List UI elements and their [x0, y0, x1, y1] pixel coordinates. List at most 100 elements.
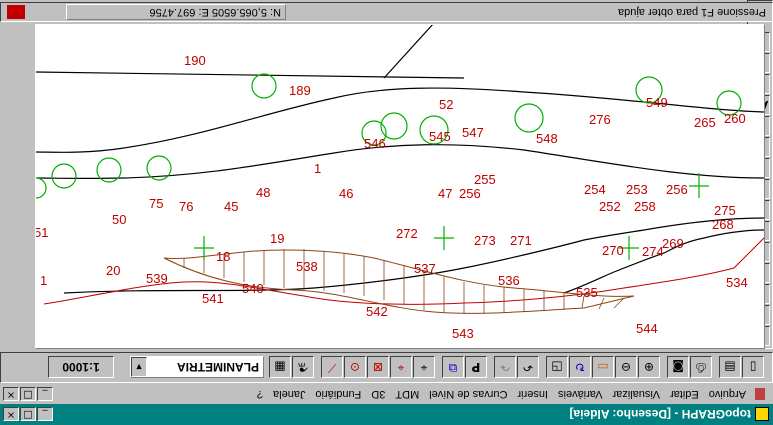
label-534: 534 [726, 275, 748, 290]
label-537: 537 [414, 261, 436, 276]
document-controls: _ □ × [3, 387, 53, 402]
label-275: 275 [714, 203, 736, 218]
redraw-icon[interactable]: ↻ [569, 356, 591, 379]
label-535: 535 [576, 285, 598, 300]
minimize-button[interactable]: _ [37, 407, 53, 422]
zoom-out-icon[interactable]: ⊖ [615, 356, 637, 379]
label-548: 548 [536, 131, 558, 146]
print-icon[interactable]: ⎙ [690, 356, 712, 379]
maximize-button[interactable]: □ [20, 407, 36, 422]
menu-curvas-de-nivel[interactable]: Curvas de Nível [424, 389, 512, 401]
label-48: 48 [256, 185, 270, 200]
menu-visualizar[interactable]: Visualizar [607, 389, 665, 401]
label-254: 254 [584, 182, 606, 197]
label-265: 265 [694, 115, 716, 130]
undo-icon[interactable]: ↶ [517, 356, 539, 379]
menu-fundiario[interactable]: Fundiário [310, 389, 366, 401]
line-icon[interactable]: ⟋ [321, 356, 343, 379]
app-icon [755, 407, 769, 422]
label-76: 76 [179, 199, 193, 214]
label-75: 75 [149, 196, 163, 211]
menu-arquivo[interactable]: Arquivo [704, 389, 751, 401]
status-indicator-icon [7, 5, 25, 19]
label-256-a: 256 [666, 182, 688, 197]
snap-node-icon[interactable]: ⌖ [390, 356, 412, 379]
layer-select[interactable]: PLANIMETRIA ▼ [130, 356, 264, 379]
label-189: 189 [289, 83, 311, 98]
copy-icon[interactable]: ⧉ [442, 356, 464, 379]
label-1-b: 1 [40, 273, 47, 288]
label-260: 260 [724, 111, 746, 126]
snap-point-icon[interactable]: ⊙ [344, 356, 366, 379]
save-icon[interactable]: ▤ [719, 356, 741, 379]
zoom-in-icon[interactable]: ⊕ [638, 356, 660, 379]
label-276: 276 [589, 112, 611, 127]
label-50: 50 [112, 212, 126, 227]
label-542: 542 [366, 304, 388, 319]
label-19: 19 [270, 231, 284, 246]
label-270: 270 [602, 243, 624, 258]
label-190: 190 [184, 53, 206, 68]
label-544: 544 [636, 321, 658, 336]
label-51: 51 [35, 225, 48, 240]
label-271: 271 [510, 233, 532, 248]
label-546: 546 [364, 136, 386, 151]
label-47: 47 [438, 186, 452, 201]
document-icon[interactable] [755, 388, 765, 401]
zoom-window-icon[interactable]: ▭ [592, 356, 614, 379]
label-539: 539 [146, 271, 168, 286]
menu-inserir[interactable]: Inserir [512, 389, 553, 401]
preview-icon[interactable]: ◙ [667, 356, 689, 379]
label-258: 258 [634, 199, 656, 214]
label-540: 540 [242, 281, 264, 296]
status-coordinates: N: 5,065.6505 E: 697.4756 [66, 4, 286, 20]
label-255: 255 [474, 172, 496, 187]
label-18: 18 [216, 249, 230, 264]
label-252: 252 [599, 199, 621, 214]
label-253: 253 [626, 182, 648, 197]
label-547: 547 [462, 125, 484, 140]
label-268: 268 [712, 217, 734, 232]
menu-variaveis[interactable]: Variáveis [553, 389, 607, 401]
label-274: 274 [642, 244, 664, 259]
label-545: 545 [429, 129, 451, 144]
menu-bar: Arquivo Editar Visualizar Variáveis Inse… [0, 385, 773, 404]
drawing-canvas[interactable]: 190 189 52 549 546 545 547 548 276 265 2… [35, 24, 765, 349]
label-543: 543 [452, 326, 474, 341]
doc-close-button[interactable]: × [3, 387, 19, 402]
status-bar: Pressione F1 para obter ajuda N: 5,065.6… [0, 2, 773, 22]
label-549: 549 [646, 95, 668, 110]
doc-restore-button[interactable]: □ [20, 387, 36, 402]
layer-select-value: PLANIMETRIA [177, 360, 259, 375]
label-541: 541 [202, 291, 224, 306]
scale-display[interactable]: 1:1000 [48, 356, 114, 379]
label-20: 20 [106, 263, 120, 278]
redo-icon[interactable]: ↷ [494, 356, 516, 379]
menu-janela[interactable]: Janela [268, 389, 310, 401]
menu-help[interactable]: ? [252, 389, 268, 401]
measure-icon[interactable]: ⚗ [292, 356, 314, 379]
label-269: 269 [662, 236, 684, 251]
menu-mdt[interactable]: MDT [390, 389, 424, 401]
close-button[interactable]: × [3, 407, 19, 422]
drawing-svg[interactable]: 190 189 52 549 546 545 547 548 276 265 2… [35, 24, 764, 348]
status-help-text: Pressione F1 para obter ajuda [618, 6, 766, 18]
label-272: 272 [396, 226, 418, 241]
label-273: 273 [474, 233, 496, 248]
grid-icon[interactable]: ▦ [269, 356, 291, 379]
doc-minimize-button[interactable]: _ [37, 387, 53, 402]
label-536: 536 [498, 273, 520, 288]
bold-p-icon[interactable]: P [465, 356, 487, 379]
chevron-down-icon[interactable]: ▼ [131, 357, 147, 378]
select-icon[interactable]: ◳ [546, 356, 568, 379]
label-256-b: 256 [459, 186, 481, 201]
snap-intersection-icon[interactable]: ⊠ [367, 356, 389, 379]
window-title: topoGRAPH - [Desenho: Aldeia] [569, 407, 751, 422]
app-window: topoGRAPH - [Desenho: Aldeia] _ □ × Arqu… [0, 0, 773, 425]
window-controls: _ □ × [3, 407, 53, 422]
snap-center-icon[interactable]: ⌖ [413, 356, 435, 379]
menu-3d[interactable]: 3D [366, 389, 390, 401]
menu-editar[interactable]: Editar [665, 389, 704, 401]
new-icon[interactable]: ▯ [742, 356, 764, 379]
label-538: 538 [296, 259, 318, 274]
